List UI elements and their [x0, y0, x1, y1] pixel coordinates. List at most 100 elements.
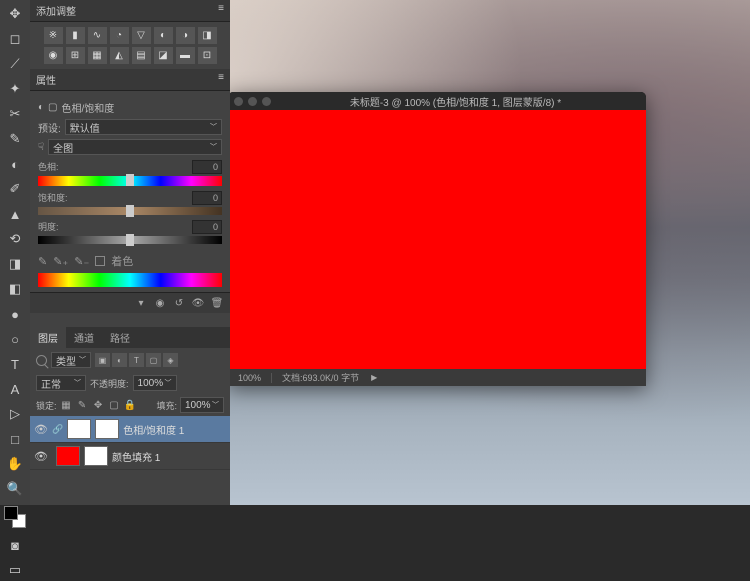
bw-icon[interactable]: ◨: [198, 27, 217, 44]
gradient-tool-icon[interactable]: ◧: [4, 278, 26, 300]
clip-icon[interactable]: ▾: [133, 296, 149, 310]
color-swatches[interactable]: [4, 506, 26, 528]
lock-paint-icon[interactable]: ✎: [76, 399, 89, 412]
eraser-tool-icon[interactable]: ◨: [4, 253, 26, 275]
trash-icon[interactable]: 🗑: [209, 296, 225, 310]
finger-icon[interactable]: ☟: [38, 142, 44, 153]
canvas[interactable]: [228, 110, 646, 369]
slider-thumb[interactable]: [126, 234, 134, 246]
panel-menu-icon[interactable]: ≡: [218, 3, 224, 18]
filter-text-icon[interactable]: T: [129, 353, 144, 367]
layer-thumbnail[interactable]: [67, 419, 91, 439]
marquee-tool-icon[interactable]: ◻: [4, 28, 26, 50]
visibility-icon[interactable]: 👁: [34, 423, 48, 436]
gradmap-icon[interactable]: ▬: [176, 47, 195, 64]
levels-icon[interactable]: ▮: [66, 27, 85, 44]
lookup-icon[interactable]: ▦: [88, 47, 107, 64]
lock-pos-icon[interactable]: ✥: [92, 399, 105, 412]
visibility-icon[interactable]: 👁: [34, 450, 48, 463]
quickmask-icon[interactable]: ◙: [4, 534, 26, 556]
stamp-tool-icon[interactable]: ▲: [4, 203, 26, 225]
exposure-icon[interactable]: ◔: [110, 27, 129, 44]
opacity-field[interactable]: 100%: [133, 375, 177, 391]
titlebar[interactable]: 未标题-3 @ 100% (色相/饱和度 1, 图层蒙版/8) *: [228, 92, 646, 110]
lightness-value[interactable]: 0: [192, 220, 222, 234]
filter-pixel-icon[interactable]: ▣: [95, 353, 110, 367]
tab-layers[interactable]: 图层: [30, 327, 66, 348]
vibrance-icon[interactable]: ▽: [132, 27, 151, 44]
layer-name[interactable]: 色相/饱和度 1: [123, 422, 184, 437]
filter-smart-icon[interactable]: ◈: [163, 353, 178, 367]
layer-row[interactable]: 👁 颜色填充 1: [30, 443, 230, 470]
adjustments-header[interactable]: 添加调整 ≡: [30, 0, 230, 22]
curves-icon[interactable]: ∿: [88, 27, 107, 44]
blur-tool-icon[interactable]: ●: [4, 303, 26, 325]
threshold-icon[interactable]: ◪: [154, 47, 173, 64]
range-dropdown[interactable]: 全图: [48, 139, 222, 155]
tab-channels[interactable]: 通道: [66, 327, 102, 348]
link-icon[interactable]: 🔗: [52, 424, 63, 435]
properties-header[interactable]: 属性 ≡: [30, 69, 230, 91]
preset-dropdown[interactable]: 默认值: [65, 119, 222, 135]
fill-field[interactable]: 100%: [180, 397, 224, 413]
saturation-slider[interactable]: [38, 207, 222, 215]
doc-info[interactable]: 文档:693.0K/0 字节: [272, 371, 369, 384]
wand-tool-icon[interactable]: ✦: [4, 78, 26, 100]
heal-tool-icon[interactable]: ◐: [4, 153, 26, 175]
photo-filter-icon[interactable]: ◉: [44, 47, 63, 64]
lock-nest-icon[interactable]: ▢: [108, 399, 121, 412]
dodge-tool-icon[interactable]: ○: [4, 328, 26, 350]
slider-thumb[interactable]: [126, 205, 134, 217]
colorize-checkbox[interactable]: [95, 256, 105, 266]
eye-icon[interactable]: 👁: [190, 296, 206, 310]
eyedropper-icon[interactable]: ✎: [38, 255, 47, 268]
eyedropper-plus-icon[interactable]: ✎₊: [53, 255, 68, 268]
lasso-tool-icon[interactable]: ⟋: [4, 53, 26, 75]
lock-trans-icon[interactable]: ▦: [60, 399, 73, 412]
minimize-icon[interactable]: [248, 97, 257, 106]
layer-thumbnail[interactable]: [56, 446, 80, 466]
filter-adj-icon[interactable]: ◐: [112, 353, 127, 367]
eyedropper-tool-icon[interactable]: ✎: [4, 128, 26, 150]
reset-icon[interactable]: ↺: [171, 296, 187, 310]
eyedropper-minus-icon[interactable]: ✎₋: [74, 255, 89, 268]
maximize-icon[interactable]: [262, 97, 271, 106]
screenmode-icon[interactable]: ▭: [4, 559, 26, 581]
crop-tool-icon[interactable]: ✂: [4, 103, 26, 125]
prev-icon[interactable]: ◉: [152, 296, 168, 310]
colbal-icon[interactable]: ◑: [176, 27, 195, 44]
lock-all-icon[interactable]: 🔒: [124, 399, 137, 412]
invert-icon[interactable]: ◭: [110, 47, 129, 64]
hue-value[interactable]: 0: [192, 160, 222, 174]
panel-menu-icon[interactable]: ≡: [218, 72, 224, 87]
layer-row[interactable]: 👁 🔗 色相/饱和度 1: [30, 416, 230, 443]
lightness-slider[interactable]: [38, 236, 222, 244]
zoom-level[interactable]: 100%: [228, 373, 272, 383]
history-brush-icon[interactable]: ⟲: [4, 228, 26, 250]
path-tool-icon[interactable]: ▷: [4, 403, 26, 425]
hue-range-bar[interactable]: [38, 273, 222, 287]
close-icon[interactable]: [234, 97, 243, 106]
hue-slider[interactable]: [38, 176, 222, 186]
poster-icon[interactable]: ▤: [132, 47, 151, 64]
blend-mode-dropdown[interactable]: 正常: [36, 375, 86, 391]
shape-tool-icon[interactable]: □: [4, 428, 26, 450]
layer-name[interactable]: 颜色填充 1: [112, 449, 160, 464]
mask-thumbnail[interactable]: [95, 419, 119, 439]
kind-dropdown[interactable]: 类型: [51, 352, 91, 368]
pen-tool-icon[interactable]: T: [4, 353, 26, 375]
filter-shape-icon[interactable]: ▢: [146, 353, 161, 367]
slider-thumb[interactable]: [126, 174, 134, 186]
brush-tool-icon[interactable]: ✐: [4, 178, 26, 200]
hand-tool-icon[interactable]: ✋: [4, 453, 26, 475]
foreground-swatch[interactable]: [4, 506, 18, 520]
chevron-right-icon[interactable]: ▶: [371, 373, 377, 382]
search-icon[interactable]: [36, 355, 47, 366]
saturation-value[interactable]: 0: [192, 191, 222, 205]
hue-sat-icon[interactable]: ◐: [154, 27, 173, 44]
mask-thumbnail[interactable]: [84, 446, 108, 466]
chmix-icon[interactable]: ⊞: [66, 47, 85, 64]
tab-paths[interactable]: 路径: [102, 327, 138, 348]
zoom-tool-icon[interactable]: 🔍: [4, 478, 26, 500]
move-tool-icon[interactable]: ✥: [4, 3, 26, 25]
